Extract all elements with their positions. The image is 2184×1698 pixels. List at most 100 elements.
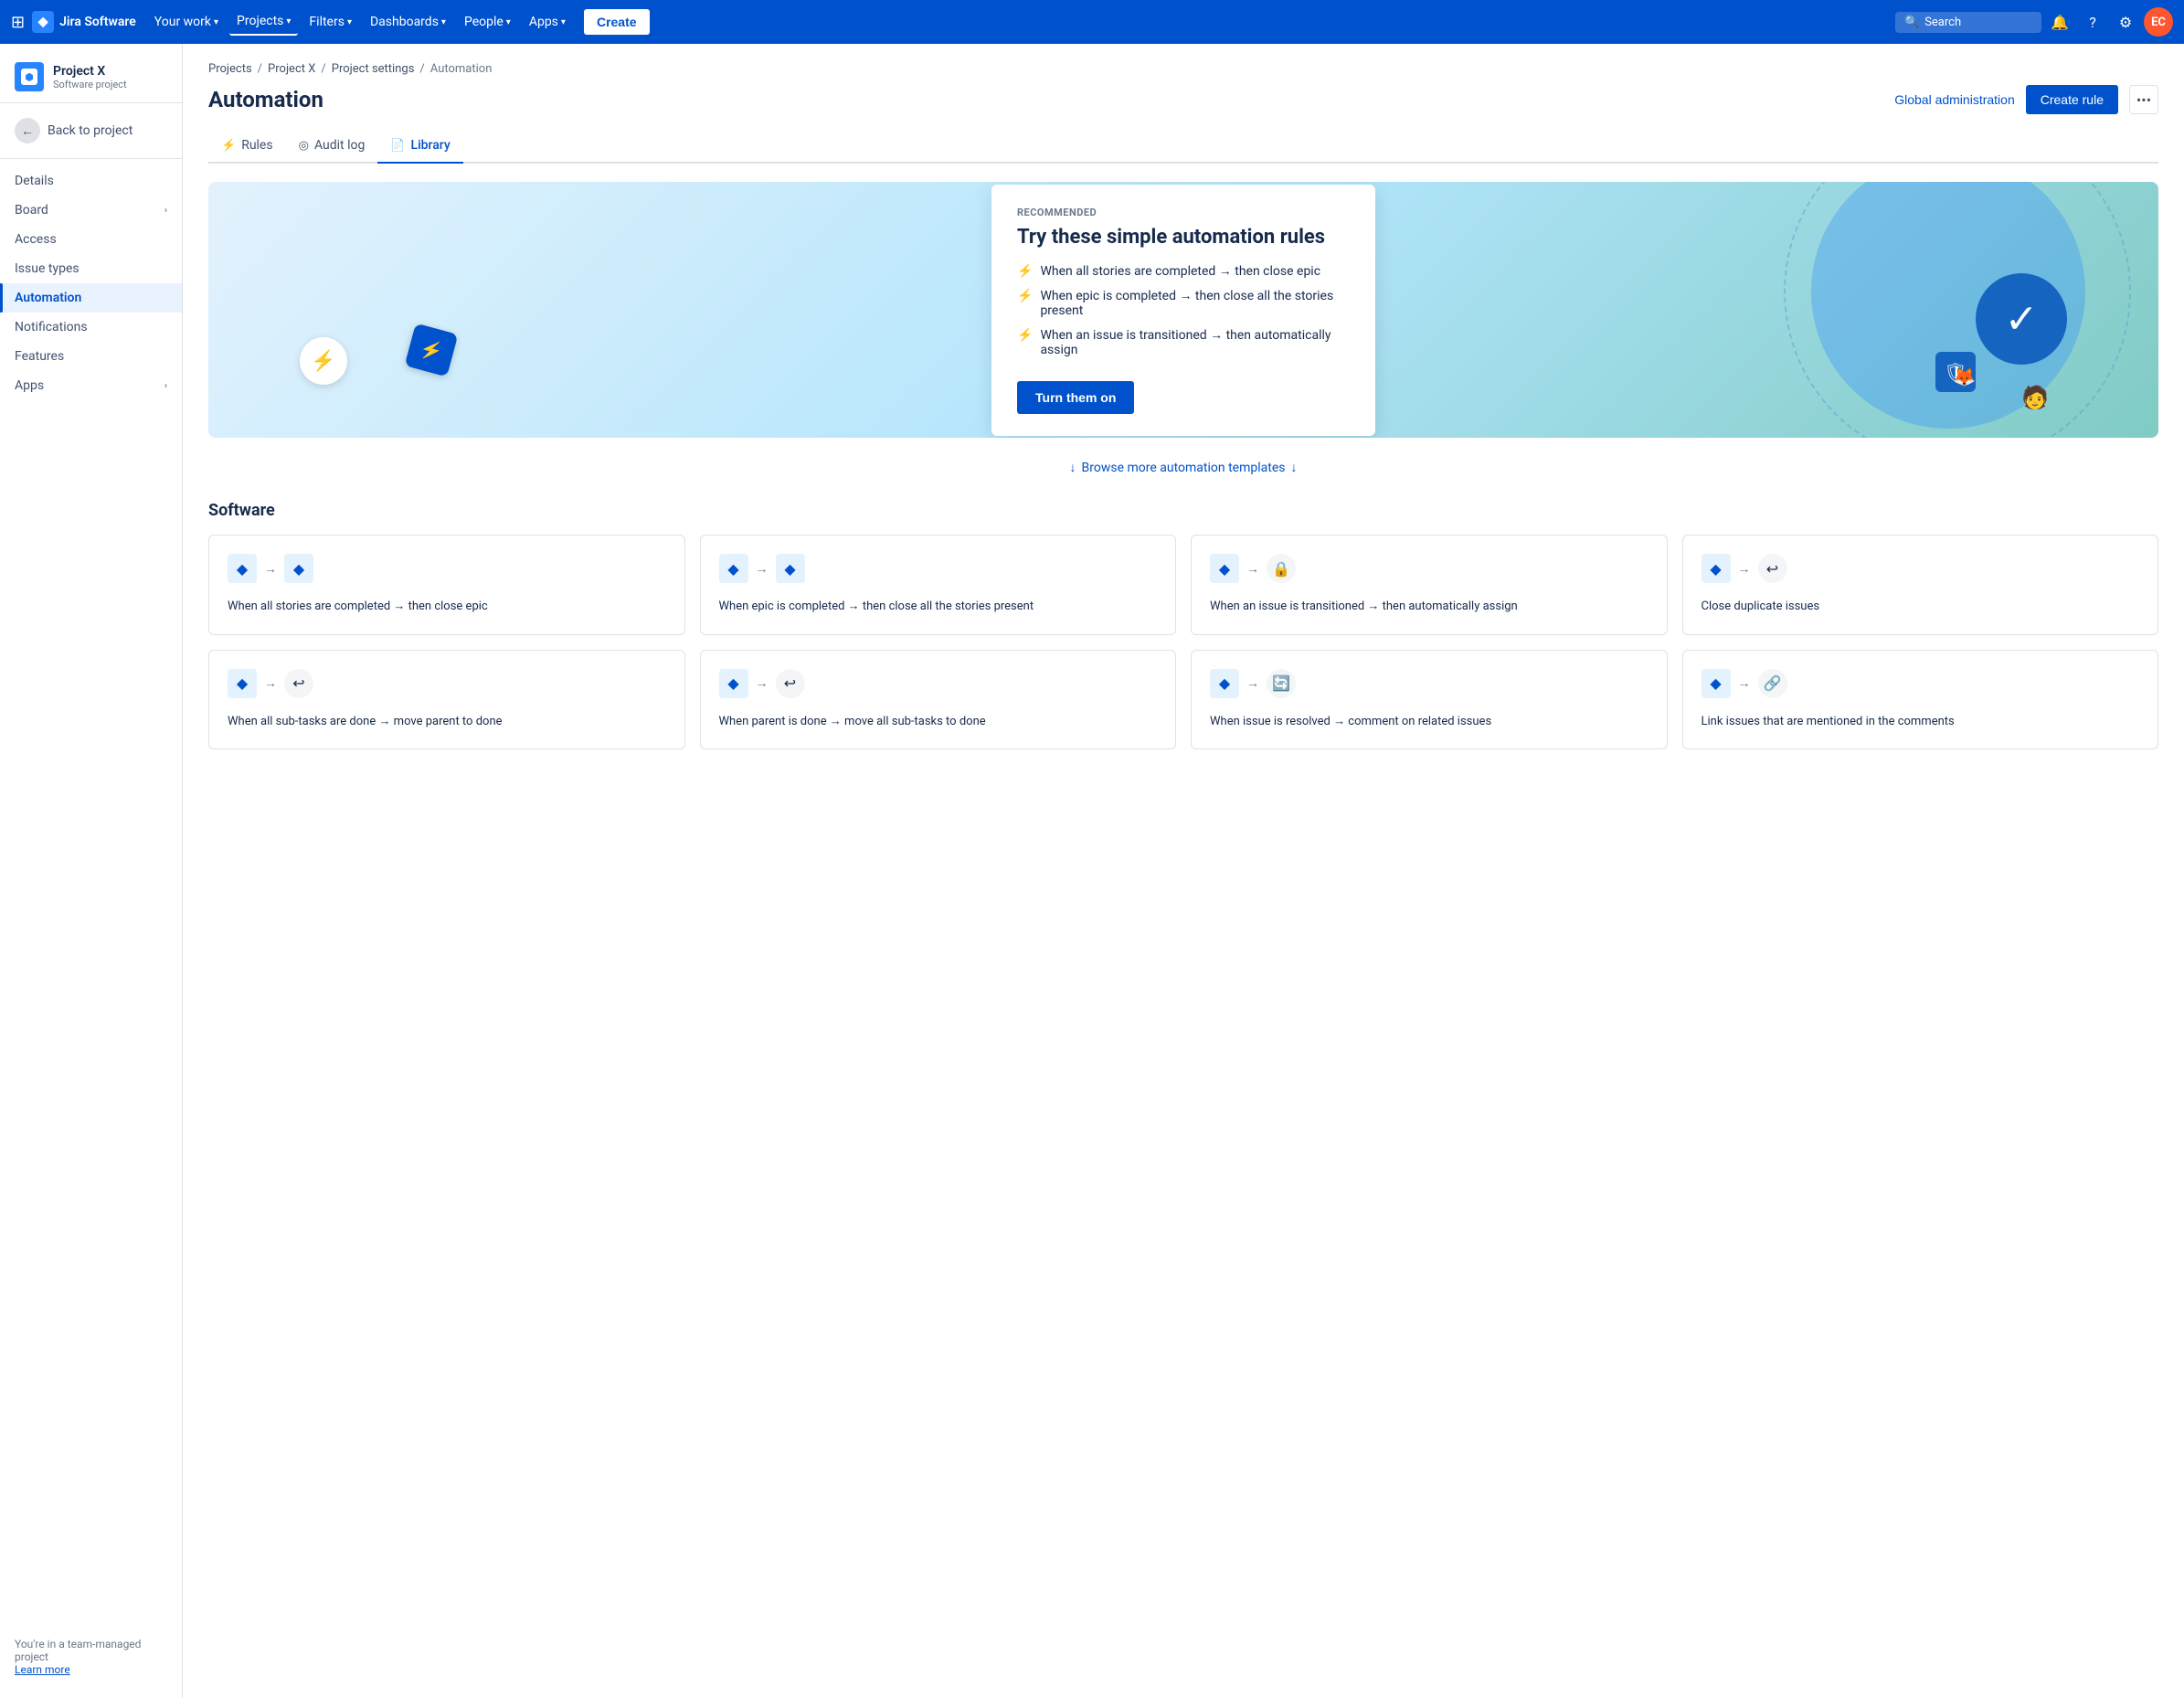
- automation-card-1[interactable]: → When all stories are completed → then …: [208, 535, 685, 635]
- page-header: Automation Global administration Create …: [208, 85, 2158, 114]
- breadcrumb-project-x[interactable]: Project X: [268, 62, 315, 76]
- search-box[interactable]: 🔍 Search: [1895, 12, 2041, 33]
- tab-rules[interactable]: ⚡ Rules: [208, 129, 286, 164]
- card-text-6: When parent is done → move all sub-tasks…: [719, 713, 1158, 731]
- sidebar-item-features[interactable]: Features: [0, 342, 182, 371]
- automation-cards-grid-row1: → When all stories are completed → then …: [208, 535, 2158, 635]
- section-title-software: Software: [208, 501, 2158, 520]
- search-icon: 🔍: [1904, 16, 1919, 29]
- automation-card-7[interactable]: → 🔄 When issue is resolved → comment on …: [1191, 650, 1668, 750]
- automation-cards-grid-row2: → ↩ When all sub-tasks are done → move p…: [208, 650, 2158, 750]
- sidebar-item-issue-types[interactable]: Issue types: [0, 254, 182, 283]
- sidebar-item-automation[interactable]: Automation: [0, 283, 182, 313]
- user-avatar[interactable]: EC: [2144, 7, 2173, 37]
- notifications-icon[interactable]: 🔔: [2045, 7, 2074, 37]
- breadcrumb-project-settings[interactable]: Project settings: [332, 62, 415, 76]
- automation-card-5[interactable]: → ↩ When all sub-tasks are done → move p…: [208, 650, 685, 750]
- trigger-icon-7: [1210, 669, 1239, 698]
- arrow-icon: →: [1246, 561, 1259, 577]
- browse-more[interactable]: ↓ Browse more automation templates ↓: [208, 460, 2158, 475]
- card-text-8: Link issues that are mentioned in the co…: [1702, 713, 2140, 731]
- chevron-down-icon: ▾: [506, 17, 511, 27]
- automation-card-6[interactable]: → ↩ When parent is done → move all sub-t…: [700, 650, 1177, 750]
- sidebar-item-notifications[interactable]: Notifications: [0, 313, 182, 342]
- bolt-icon: ⚡: [221, 139, 236, 153]
- settings-icon[interactable]: ⚙: [2111, 7, 2140, 37]
- bolt-icon: ⚡: [1017, 264, 1033, 279]
- chevron-down-icon: ▾: [347, 17, 352, 27]
- card-text-3: When an issue is transitioned → then aut…: [1210, 598, 1649, 616]
- page-header-actions: Global administration Create rule •••: [1894, 85, 2158, 114]
- turn-them-on-button[interactable]: Turn them on: [1017, 381, 1134, 414]
- automation-card-4[interactable]: → ↩ Close duplicate issues: [1682, 535, 2159, 635]
- jira-diamond-icon: [32, 11, 54, 33]
- project-name: Project X: [53, 64, 127, 79]
- more-options-button[interactable]: •••: [2129, 85, 2158, 114]
- hero-dashed-circle: [1784, 182, 2131, 438]
- nav-your-work[interactable]: Your work ▾: [147, 9, 226, 35]
- topnav-icons: 🔔 ? ⚙ EC: [2045, 7, 2173, 37]
- back-icon: ←: [15, 118, 40, 143]
- automation-card-2[interactable]: → When epic is completed → then close al…: [700, 535, 1177, 635]
- logo-text: Jira Software: [59, 15, 136, 29]
- nav-dashboards[interactable]: Dashboards ▾: [363, 9, 453, 35]
- library-icon: 📄: [390, 139, 405, 153]
- expand-icon: ›: [164, 381, 167, 391]
- arrow-icon: →: [264, 561, 277, 577]
- hero-check-circle-icon: ✓: [1976, 273, 2067, 365]
- arrow-icon: →: [1738, 675, 1751, 691]
- help-icon[interactable]: ?: [2078, 7, 2107, 37]
- target-icon-4: ↩: [1758, 554, 1787, 583]
- target-icon-5: ↩: [284, 669, 313, 698]
- sidebar-item-apps[interactable]: Apps ›: [0, 371, 182, 400]
- target-icon-3: 🔒: [1267, 554, 1296, 583]
- card-text-1: When all stories are completed → then cl…: [228, 598, 666, 616]
- arrow-icon: →: [264, 675, 277, 691]
- create-rule-button[interactable]: Create rule: [2026, 85, 2118, 114]
- back-to-project[interactable]: ← Back to project: [0, 111, 182, 151]
- arrow-icon: →: [1738, 561, 1751, 577]
- grid-icon[interactable]: ⊞: [11, 13, 25, 32]
- target-icon-1: [284, 554, 313, 583]
- automation-card-3[interactable]: → 🔒 When an issue is transitioned → then…: [1191, 535, 1668, 635]
- nav-projects[interactable]: Projects ▾: [229, 8, 298, 36]
- sidebar-item-access[interactable]: Access: [0, 225, 182, 254]
- hero-section: ⚡ ⚡ ✓ 🛡 🧑 🦊 RECOMMENDED Try these simple…: [208, 182, 2158, 438]
- trigger-icon-2: [719, 554, 748, 583]
- main-content: Projects / Project X / Project settings …: [183, 44, 2184, 1698]
- jira-logo[interactable]: Jira Software: [32, 11, 136, 33]
- project-icon: [15, 62, 44, 91]
- sidebar-item-details[interactable]: Details: [0, 166, 182, 196]
- hero-card: RECOMMENDED Try these simple automation …: [991, 185, 1375, 436]
- global-admin-button[interactable]: Global administration: [1894, 92, 2015, 107]
- expand-icon: ›: [164, 206, 167, 216]
- sidebar-footer: You're in a team-managed project Learn m…: [0, 1627, 182, 1687]
- card-text-5: When all sub-tasks are done → move paren…: [228, 713, 666, 731]
- tabs: ⚡ Rules ◎ Audit log 📄 Library: [208, 129, 2158, 164]
- learn-more-link[interactable]: Learn more: [15, 1663, 70, 1676]
- breadcrumb-current: Automation: [430, 62, 493, 76]
- top-navigation: ⊞ Jira Software Your work ▾ Projects ▾ F…: [0, 0, 2184, 44]
- breadcrumb-projects[interactable]: Projects: [208, 62, 252, 76]
- sidebar-item-board[interactable]: Board ›: [0, 196, 182, 225]
- trigger-icon-6: [719, 669, 748, 698]
- arrow-down-icon: ↓: [1070, 460, 1076, 475]
- arrow-icon: →: [756, 675, 769, 691]
- bolt-icon: ⚡: [1017, 289, 1033, 303]
- recommended-label: RECOMMENDED: [1017, 207, 1350, 218]
- nav-people[interactable]: People ▾: [457, 9, 518, 35]
- card-text-7: When issue is resolved → comment on rela…: [1210, 713, 1649, 731]
- trigger-icon-1: [228, 554, 257, 583]
- tab-library[interactable]: 📄 Library: [377, 129, 462, 164]
- hero-rule-3: ⚡ When an issue is transitioned → then a…: [1017, 327, 1350, 357]
- page-title: Automation: [208, 87, 323, 112]
- tab-audit-log[interactable]: ◎ Audit log: [286, 129, 378, 164]
- project-type: Software project: [53, 79, 127, 90]
- nav-apps[interactable]: Apps ▾: [522, 9, 573, 35]
- nav-filters[interactable]: Filters ▾: [302, 9, 359, 35]
- trigger-icon-8: [1702, 669, 1731, 698]
- automation-card-8[interactable]: → 🔗 Link issues that are mentioned in th…: [1682, 650, 2159, 750]
- create-button[interactable]: Create: [584, 9, 650, 35]
- hero-person-icon: 🧑: [2021, 385, 2049, 410]
- sidebar: Project X Software project ← Back to pro…: [0, 44, 183, 1698]
